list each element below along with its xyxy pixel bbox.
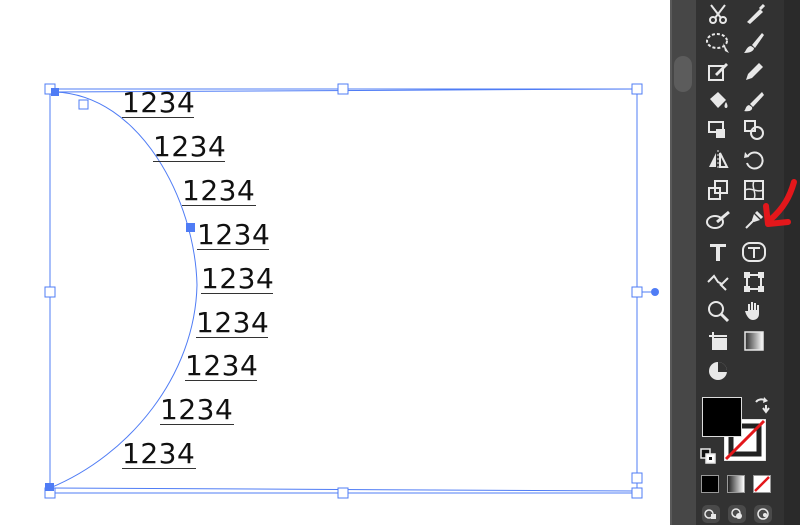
handle-top-middle[interactable] bbox=[337, 83, 349, 95]
artboard-canvas[interactable]: 1234 1234 1234 1234 1234 1234 1234 1234 … bbox=[0, 0, 670, 525]
rotate-icon[interactable] bbox=[740, 146, 768, 174]
text-baseline bbox=[122, 468, 196, 469]
touch-type-icon[interactable] bbox=[740, 238, 768, 266]
annotation-arrow-icon bbox=[763, 179, 797, 227]
handle-bottom-middle[interactable] bbox=[337, 487, 349, 499]
text-row[interactable]: 1234 bbox=[185, 351, 258, 381]
scale-icon[interactable] bbox=[704, 176, 732, 204]
lasso-icon[interactable] bbox=[704, 29, 732, 57]
text-row[interactable]: 1234 bbox=[153, 132, 226, 162]
shape-builder-icon[interactable] bbox=[740, 116, 768, 144]
text-baseline bbox=[160, 424, 234, 425]
zoom-icon[interactable] bbox=[704, 297, 732, 325]
color-mode-button[interactable] bbox=[701, 475, 719, 493]
curve-handle-point[interactable] bbox=[78, 99, 89, 110]
perspective-icon[interactable] bbox=[704, 116, 732, 144]
handle-middle-right[interactable] bbox=[631, 286, 643, 298]
handle-top-right[interactable] bbox=[631, 83, 643, 95]
pie-chart-icon[interactable] bbox=[704, 357, 732, 385]
handle-bottom-right[interactable] bbox=[631, 487, 643, 499]
eraser-icon[interactable] bbox=[740, 0, 768, 28]
selection-overlay bbox=[44, 83, 659, 499]
width-icon[interactable] bbox=[704, 206, 732, 234]
draw-behind-icon[interactable] bbox=[728, 505, 746, 523]
text-row[interactable]: 1234 bbox=[160, 395, 233, 425]
anchor-point-top[interactable] bbox=[51, 88, 59, 96]
selection-bounding-box bbox=[49, 88, 638, 494]
anchor-point-curve-mid[interactable] bbox=[186, 223, 195, 232]
paintbrush-icon[interactable] bbox=[740, 29, 768, 57]
text-baseline bbox=[182, 205, 256, 206]
scissors-icon[interactable] bbox=[704, 0, 732, 28]
center-point[interactable] bbox=[651, 288, 659, 296]
default-fill-stroke-icon[interactable] bbox=[699, 447, 717, 465]
reflect-icon[interactable] bbox=[704, 146, 732, 174]
scrollbar-thumb[interactable] bbox=[674, 56, 692, 92]
text-baseline bbox=[153, 161, 225, 162]
text-row[interactable]: 1234 bbox=[122, 88, 195, 118]
gradient-icon[interactable] bbox=[740, 327, 768, 355]
text-baseline bbox=[201, 293, 273, 294]
text-row[interactable]: 1234 bbox=[197, 220, 270, 250]
text-row[interactable]: 1234 bbox=[201, 264, 274, 294]
pencil-icon[interactable] bbox=[740, 58, 768, 86]
hand-icon[interactable] bbox=[740, 297, 768, 325]
handle-middle-left[interactable] bbox=[44, 286, 56, 298]
free-transform-icon[interactable] bbox=[740, 268, 768, 296]
draw-inside-icon[interactable] bbox=[754, 505, 772, 523]
artboard-icon[interactable] bbox=[704, 327, 732, 355]
handle-bottom-right-inner[interactable] bbox=[631, 472, 643, 484]
live-paint-bucket-icon[interactable] bbox=[704, 87, 732, 115]
fill-swatch[interactable] bbox=[702, 397, 742, 437]
gradient-mode-button[interactable] bbox=[727, 475, 745, 493]
type-on-path-icon[interactable] bbox=[704, 268, 732, 296]
shaper-icon[interactable] bbox=[704, 58, 732, 86]
panel-edge bbox=[784, 0, 800, 525]
text-baseline bbox=[122, 117, 194, 118]
swap-fill-stroke-icon[interactable] bbox=[753, 396, 771, 414]
text-baseline bbox=[196, 337, 268, 338]
text-row[interactable]: 1234 bbox=[122, 439, 195, 469]
blob-brush-icon[interactable] bbox=[740, 87, 768, 115]
text-baseline bbox=[197, 249, 269, 250]
none-mode-button[interactable] bbox=[753, 475, 771, 493]
type-icon[interactable] bbox=[704, 238, 732, 266]
text-row[interactable]: 1234 bbox=[182, 176, 255, 206]
draw-normal-icon[interactable] bbox=[702, 505, 720, 523]
text-row[interactable]: 1234 bbox=[196, 308, 269, 338]
anchor-point-bottom[interactable] bbox=[45, 483, 54, 491]
text-baseline bbox=[185, 380, 257, 381]
